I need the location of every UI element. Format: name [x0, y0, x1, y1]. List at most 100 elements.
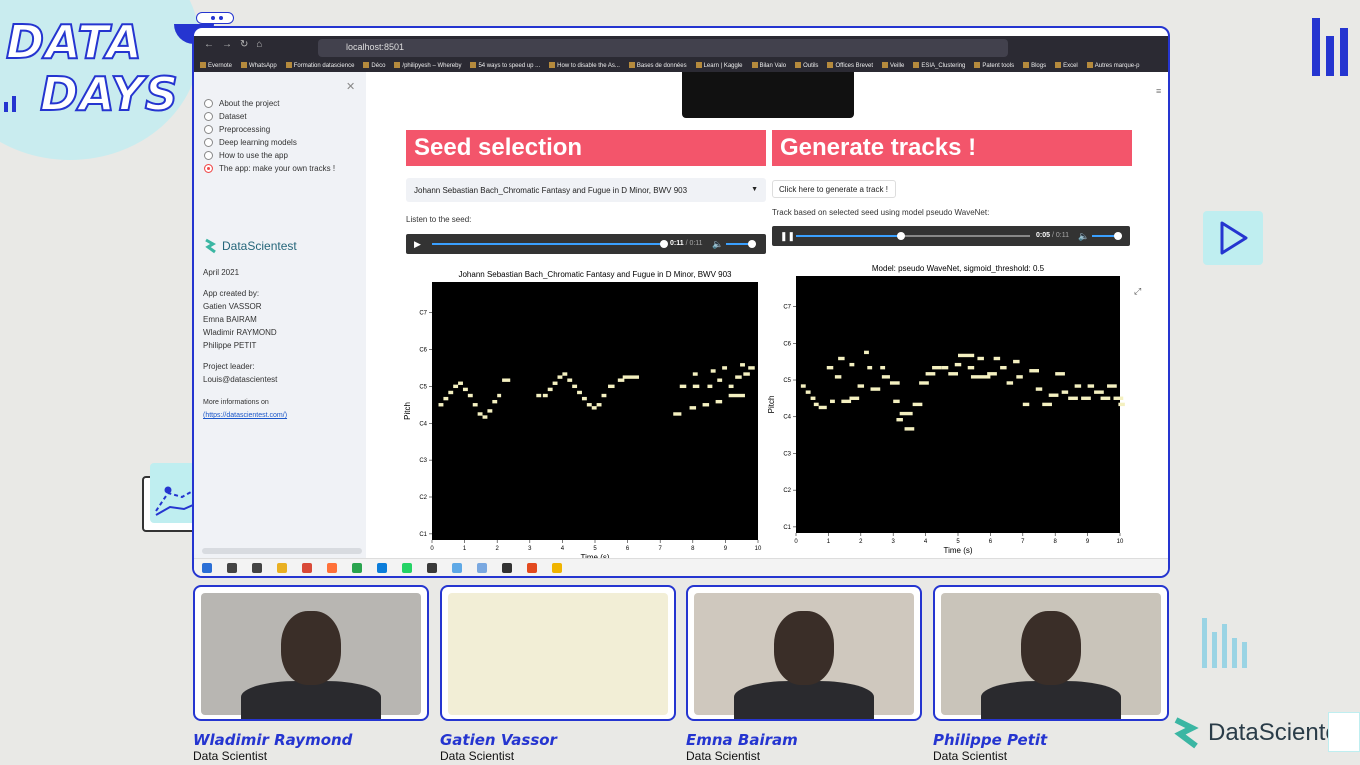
- note-mark: [743, 372, 750, 376]
- x-tick-label: 4: [924, 539, 928, 545]
- bookmark-item[interactable]: Excel: [1055, 62, 1078, 69]
- bookmark-label: Veille: [890, 63, 905, 69]
- seed-select[interactable]: Johann Sebastian Bach_Chromatic Fantasy …: [406, 178, 766, 202]
- bookmark-item[interactable]: Autres marque-p: [1086, 62, 1139, 69]
- play-icon: [1203, 211, 1263, 265]
- note-mark: [740, 363, 745, 367]
- seek-handle[interactable]: [660, 240, 668, 248]
- nav-option[interactable]: How to use the app: [204, 151, 288, 160]
- note-mark: [958, 353, 975, 358]
- x-tick-label: 5: [593, 546, 597, 552]
- more-info-link[interactable]: (https://datascientest.com/): [203, 412, 287, 419]
- pause-icon[interactable]: ❚❚: [780, 231, 795, 242]
- nav-option[interactable]: Dataset: [204, 112, 247, 121]
- volume-handle[interactable]: [747, 240, 756, 248]
- taskbar-app-icon[interactable]: [427, 563, 437, 573]
- bars-icon: [1312, 16, 1358, 76]
- taskbar-app-icon[interactable]: [477, 563, 487, 573]
- note-mark: [977, 356, 984, 361]
- note-mark: [497, 393, 502, 398]
- radio-button[interactable]: [204, 151, 213, 160]
- note-mark: [880, 365, 886, 370]
- participant-name: Wladimir Raymond: [193, 731, 353, 749]
- bookmark-item[interactable]: Bases de données: [628, 62, 687, 69]
- taskbar-app-icon[interactable]: [302, 563, 312, 573]
- participant-name: Philippe Petit: [933, 731, 1048, 749]
- browser-nav-icons[interactable]: ←→↻⌂: [204, 39, 270, 50]
- folder-icon: [1086, 62, 1093, 68]
- url-bar[interactable]: localhost:8501: [318, 39, 1008, 57]
- bookmark-item[interactable]: How to disable the As...: [549, 62, 620, 69]
- bookmark-item[interactable]: Veille: [882, 62, 905, 69]
- taskbar-app-icon[interactable]: [252, 563, 262, 573]
- folder-icon: [974, 62, 981, 68]
- bookmark-item[interactable]: Patent tools: [974, 62, 1014, 69]
- taskbar-app-icon[interactable]: [352, 563, 362, 573]
- radio-button[interactable]: [204, 164, 213, 173]
- y-tick-label: C1: [419, 532, 427, 538]
- generate-track-button[interactable]: Click here to generate a track !: [772, 180, 896, 198]
- note-mark: [487, 409, 493, 413]
- taskbar-app-icon[interactable]: [227, 563, 237, 573]
- bookmark-item[interactable]: Bilan Valo: [751, 62, 787, 69]
- bookmark-item[interactable]: Offices Brevet: [827, 62, 873, 69]
- app-sidebar: ✕ About the project Dataset Preprocessing D…: [194, 72, 366, 560]
- folder-icon: [628, 62, 635, 68]
- embedded-video[interactable]: [682, 72, 854, 118]
- seed-select-value: Johann Sebastian Bach_Chromatic Fantasy …: [414, 186, 688, 195]
- taskbar-app-icon[interactable]: [202, 563, 212, 573]
- menu-icon[interactable]: ≡: [1156, 86, 1161, 96]
- radio-button[interactable]: [204, 138, 213, 147]
- nav-option[interactable]: Deep learning models: [204, 138, 297, 147]
- taskbar-app-icon[interactable]: [527, 563, 537, 573]
- taskbar-app-icon[interactable]: [277, 563, 287, 573]
- volume-handle[interactable]: [1113, 232, 1122, 240]
- y-axis-label: Pitch: [403, 402, 412, 420]
- author-name: Wladimir RAYMOND: [203, 328, 277, 337]
- x-tick-label: 10: [1117, 539, 1124, 545]
- bookmark-item[interactable]: /philipyesh – Whereby: [394, 62, 461, 69]
- bookmark-item[interactable]: Learn | Kaggle: [695, 62, 743, 69]
- taskbar-app-icon[interactable]: [452, 563, 462, 573]
- play-icon[interactable]: ▶: [414, 239, 421, 250]
- radio-button[interactable]: [204, 125, 213, 134]
- more-info-link-row: (https://datascientest.com/): [203, 409, 287, 422]
- bookmark-label: Bilan Valo: [759, 63, 787, 69]
- time-duration: 0:11: [689, 240, 703, 247]
- seek-handle[interactable]: [897, 232, 906, 240]
- bookmark-item[interactable]: Formation datascience: [285, 62, 354, 69]
- bookmark-item[interactable]: Déco: [363, 62, 385, 69]
- taskbar-app-icon[interactable]: [552, 563, 562, 573]
- bookmark-item[interactable]: Outils: [795, 62, 818, 69]
- bookmark-item[interactable]: WhatsApp: [241, 62, 277, 69]
- note-mark: [1055, 372, 1065, 376]
- bookmark-item[interactable]: Blogs: [1023, 62, 1046, 69]
- sidebar-scrollbar[interactable]: [202, 548, 362, 554]
- volume-icon[interactable]: 🔈: [1078, 231, 1089, 242]
- nav-option[interactable]: Preprocessing: [204, 125, 270, 134]
- note-mark: [967, 365, 975, 370]
- taskbar-app-icon[interactable]: [377, 563, 387, 573]
- nav-option[interactable]: About the project: [204, 99, 279, 108]
- nav-option[interactable]: The app: make your own tracks !: [204, 164, 335, 173]
- x-tick-label: 6: [989, 539, 993, 545]
- leader-email: Louis@datascientest: [203, 375, 278, 384]
- note-mark: [870, 387, 881, 391]
- taskbar-app-icon[interactable]: [402, 563, 412, 573]
- event-title: DATA DAYS: [5, 15, 196, 121]
- sidebar-date: April 2021: [203, 268, 240, 277]
- close-icon[interactable]: ✕: [346, 80, 355, 93]
- bookmark-item[interactable]: 54 ways to speed up ...: [470, 62, 540, 69]
- volume-icon[interactable]: 🔈: [712, 239, 723, 250]
- note-mark: [857, 384, 865, 388]
- note-mark: [1087, 384, 1095, 388]
- x-tick-label: 1: [827, 539, 831, 545]
- taskbar-app-icon[interactable]: [502, 563, 512, 573]
- note-mark: [472, 403, 478, 407]
- bookmark-item[interactable]: Evernote: [200, 62, 232, 69]
- note-mark: [581, 396, 587, 401]
- radio-button[interactable]: [204, 112, 213, 121]
- radio-button[interactable]: [204, 99, 213, 108]
- bookmark-item[interactable]: ESIA_Clustering: [913, 62, 965, 69]
- taskbar-app-icon[interactable]: [327, 563, 337, 573]
